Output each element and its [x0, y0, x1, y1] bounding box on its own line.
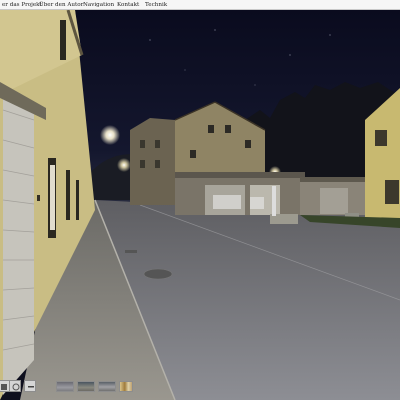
- scene-thumb-2[interactable]: [77, 381, 95, 392]
- scene-thumb-3[interactable]: [98, 381, 116, 392]
- menu-item-technik[interactable]: Technik: [145, 1, 167, 9]
- viewer-toolbar: [0, 380, 400, 394]
- minus-icon[interactable]: [24, 380, 36, 392]
- menu-item-navigation[interactable]: Navigation: [83, 1, 114, 9]
- scene-thumb-4[interactable]: [119, 381, 133, 392]
- top-menu-bar: er das Projekt Über den Autor Navigation…: [0, 0, 400, 10]
- scene-thumb-1[interactable]: [56, 381, 74, 392]
- map-icon[interactable]: [9, 380, 21, 392]
- menu-item-projekt[interactable]: er das Projekt: [2, 1, 42, 9]
- menu-item-autor[interactable]: Über den Autor: [39, 1, 83, 9]
- panorama-image[interactable]: [0, 10, 400, 400]
- menu-item-kontakt[interactable]: Kontakt: [117, 1, 139, 9]
- panorama-viewer[interactable]: [0, 10, 400, 400]
